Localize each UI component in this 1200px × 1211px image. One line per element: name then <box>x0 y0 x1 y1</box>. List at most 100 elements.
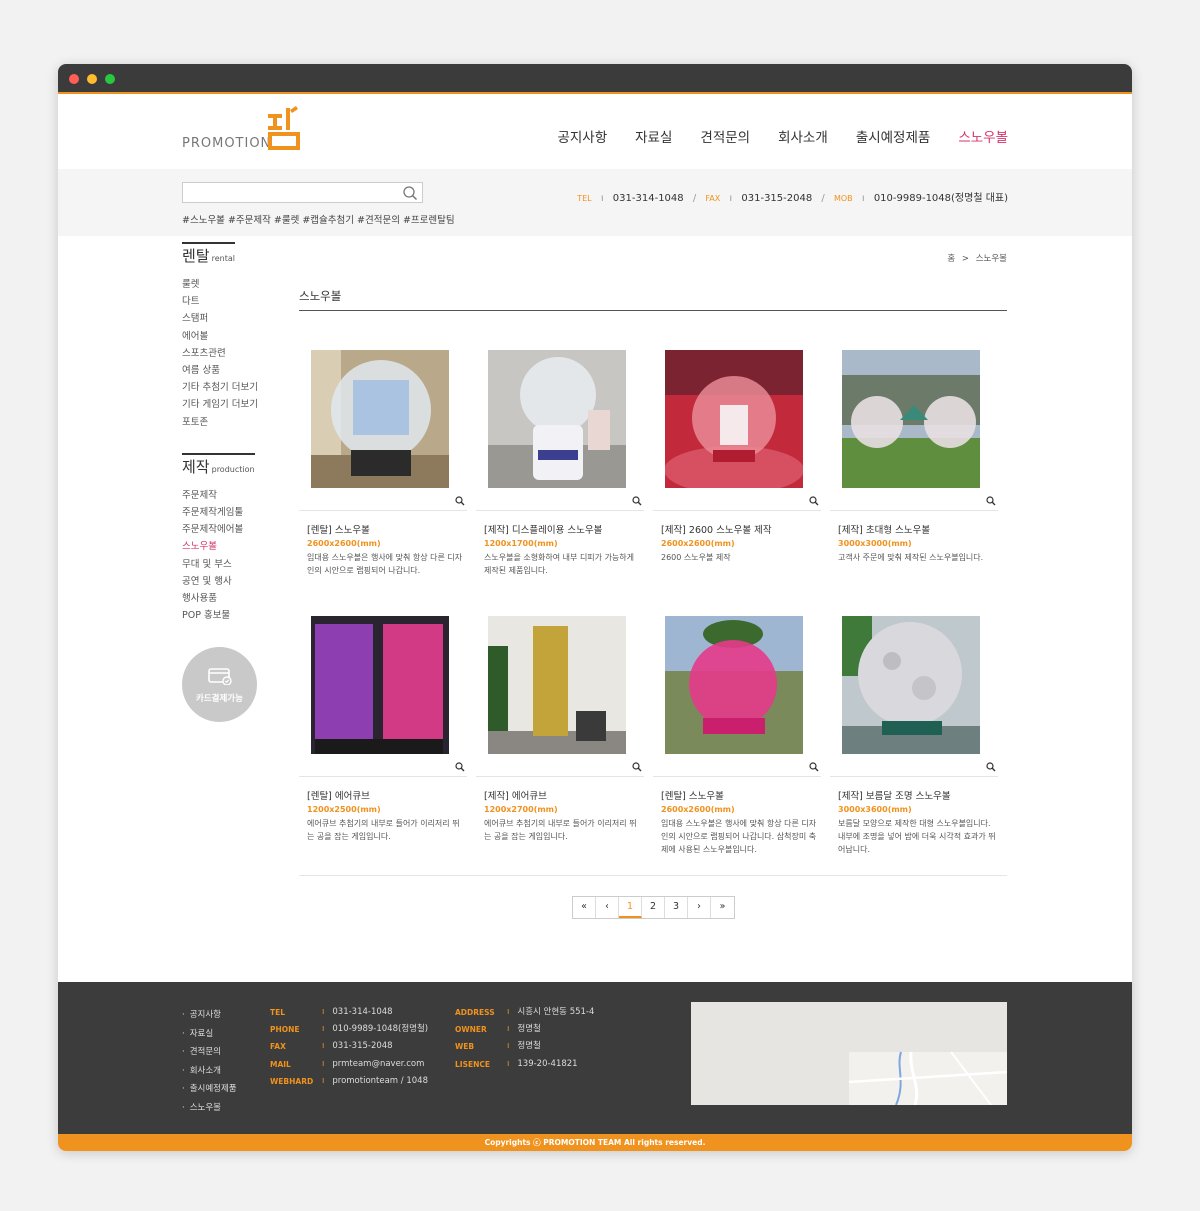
footer-link-upcoming[interactable]: 출시예정제품 <box>182 1080 237 1099</box>
mob-number: 010-9989-1048(정명철 대표) <box>873 193 1008 204</box>
product-title[interactable]: [제작] 2600 스노우볼 제작 <box>661 522 772 536</box>
zoom-icon[interactable] <box>455 762 465 772</box>
sidebar-production-title: 제작 production <box>182 452 255 477</box>
product-title[interactable]: [제작] 디스플레이용 스노우볼 <box>484 522 602 536</box>
hashtag-list[interactable]: #스노우볼 #주문제작 #룰렛 #캡슐추첨기 #견적문의 #프로렌탈팀 <box>182 212 455 226</box>
first-page-button[interactable]: « <box>573 897 596 918</box>
production-title-text: 제작 <box>182 457 210 476</box>
page-1-button[interactable]: 1 <box>619 897 642 918</box>
prev-page-button[interactable]: ‹ <box>596 897 619 918</box>
product-image[interactable] <box>665 616 803 754</box>
product-image[interactable] <box>311 616 449 754</box>
breadcrumb-home[interactable]: 홈 <box>947 254 955 264</box>
separator: / <box>821 193 825 204</box>
nav-resources[interactable]: 자료실 <box>635 126 672 146</box>
sidebar-item-sports[interactable]: 스포츠관련 <box>182 345 292 362</box>
nav-snowball[interactable]: 스노우볼 <box>958 126 1008 146</box>
footer-link-company[interactable]: 회사소개 <box>182 1062 237 1081</box>
sidebar-item-custom-game[interactable]: 주문제작게임툴 <box>182 504 292 521</box>
product-title[interactable]: [렌탈] 스노우볼 <box>307 522 370 536</box>
title-divider <box>299 310 1007 311</box>
sidebar-item-snowball[interactable]: 스노우볼 <box>182 538 292 555</box>
footer-nav: 공지사항 자료실 견적문의 회사소개 출시예정제품 스노우볼 <box>182 1006 237 1118</box>
product-size: 2600x2600(mm) <box>307 539 381 548</box>
product-image[interactable] <box>488 350 626 488</box>
sidebar-item-pop[interactable]: POP 홍보물 <box>182 607 292 624</box>
product-title[interactable]: [렌탈] 스노우볼 <box>661 788 724 802</box>
product-size: 1200x2500(mm) <box>307 805 381 814</box>
site-footer: 공지사항 자료실 견적문의 회사소개 출시예정제품 스노우볼 TELı031-3… <box>58 982 1132 1134</box>
nav-notice[interactable]: 공지사항 <box>557 126 607 146</box>
sidebar-item-summer[interactable]: 여름 상품 <box>182 362 292 379</box>
product-image[interactable] <box>488 616 626 754</box>
product-title[interactable]: [제작] 초대형 스노우볼 <box>838 522 930 536</box>
sidebar-item-airball[interactable]: 에어볼 <box>182 328 292 345</box>
nav-company[interactable]: 회사소개 <box>778 126 828 146</box>
product-image[interactable] <box>311 350 449 488</box>
search-icon[interactable] <box>402 185 418 201</box>
sidebar-item-more-games[interactable]: 기타 게임기 더보기 <box>182 396 292 413</box>
card-payment-badge[interactable]: 카드결제가능 <box>182 647 257 722</box>
product-image[interactable] <box>842 350 980 488</box>
last-page-button[interactable]: » <box>711 897 734 918</box>
sidebar-item-custom-airball[interactable]: 주문제작에어볼 <box>182 521 292 538</box>
nav-upcoming[interactable]: 출시예정제품 <box>856 126 931 146</box>
footer-contact-info: TEL ı 031-314-1048 PHONE ı 010-9989-1048(정명철… <box>270 1004 428 1090</box>
search-box <box>182 182 423 205</box>
sidebar-rental-title: 렌탈 rental <box>182 242 235 266</box>
footer-link-notice[interactable]: 공지사항 <box>182 1006 237 1025</box>
footer-info-row: PHONE ı 010-9989-1048(정명철) <box>270 1024 429 1035</box>
product-title[interactable]: [렌탈] 에어큐브 <box>307 788 370 802</box>
card-divider <box>476 510 644 511</box>
sidebar-item-roulette[interactable]: 룰렛 <box>182 276 292 293</box>
footer-link-snowball[interactable]: 스노우볼 <box>182 1099 237 1118</box>
site-logo[interactable]: PROMOTION <box>182 106 312 152</box>
zoom-icon[interactable] <box>986 496 996 506</box>
page-3-button[interactable]: 3 <box>665 897 688 918</box>
product-image[interactable] <box>842 616 980 754</box>
footer-link-quote[interactable]: 견적문의 <box>182 1043 237 1062</box>
location-map[interactable] <box>691 1002 1007 1105</box>
footer-info-row: FAX ı 031-315-2048 <box>270 1041 393 1052</box>
search-input[interactable] <box>183 185 393 205</box>
card-divider <box>653 510 821 511</box>
product-image[interactable] <box>665 350 803 488</box>
sidebar-item-more-draw[interactable]: 기타 추첨기 더보기 <box>182 379 292 396</box>
maximize-window-button[interactable] <box>105 74 115 84</box>
close-window-button[interactable] <box>69 74 79 84</box>
product-title[interactable]: [제작] 에어큐브 <box>484 788 547 802</box>
footer-link-resources[interactable]: 자료실 <box>182 1025 237 1044</box>
sidebar-item-dart[interactable]: 다트 <box>182 293 292 310</box>
product-size: 3000x3000(mm) <box>838 539 912 548</box>
mob-label: MOB <box>833 194 853 203</box>
separator: ı <box>861 193 865 204</box>
rental-title-text: 렌탈 <box>182 247 210 265</box>
page-2-button[interactable]: 2 <box>642 897 665 918</box>
sidebar-item-performance[interactable]: 공연 및 행사 <box>182 573 292 590</box>
separator: ı <box>729 193 733 204</box>
sidebar-item-stamper[interactable]: 스탬퍼 <box>182 310 292 327</box>
zoom-icon[interactable] <box>632 762 642 772</box>
browser-window: PROMOTION 공지사항 자료실 견적문의 회사소개 출시예정제품 스노우볼 <box>58 64 1132 1151</box>
breadcrumb-separator: > <box>961 254 970 264</box>
zoom-icon[interactable] <box>809 762 819 772</box>
product-size: 3000x3600(mm) <box>838 805 912 814</box>
site-header: PROMOTION 공지사항 자료실 견적문의 회사소개 출시예정제품 스노우볼 <box>58 94 1132 169</box>
minimize-window-button[interactable] <box>87 74 97 84</box>
breadcrumb: 홈 > 스노우볼 <box>947 252 1007 264</box>
sidebar-item-stage-booth[interactable]: 무대 및 부스 <box>182 556 292 573</box>
product-title[interactable]: [제작] 보름달 조명 스노우볼 <box>838 788 951 802</box>
sidebar-item-photozone[interactable]: 포토존 <box>182 414 292 431</box>
zoom-icon[interactable] <box>986 762 996 772</box>
nav-quote[interactable]: 견적문의 <box>700 126 750 146</box>
tel-number: 031-314-1048 <box>612 193 684 204</box>
next-page-button[interactable]: › <box>688 897 711 918</box>
sidebar-item-event-goods[interactable]: 행사용품 <box>182 590 292 607</box>
zoom-icon[interactable] <box>455 496 465 506</box>
card-divider <box>830 776 998 777</box>
production-subtitle: production <box>211 464 255 474</box>
zoom-icon[interactable] <box>809 496 819 506</box>
card-divider <box>653 776 821 777</box>
sidebar-item-custom[interactable]: 주문제작 <box>182 487 292 504</box>
zoom-icon[interactable] <box>632 496 642 506</box>
